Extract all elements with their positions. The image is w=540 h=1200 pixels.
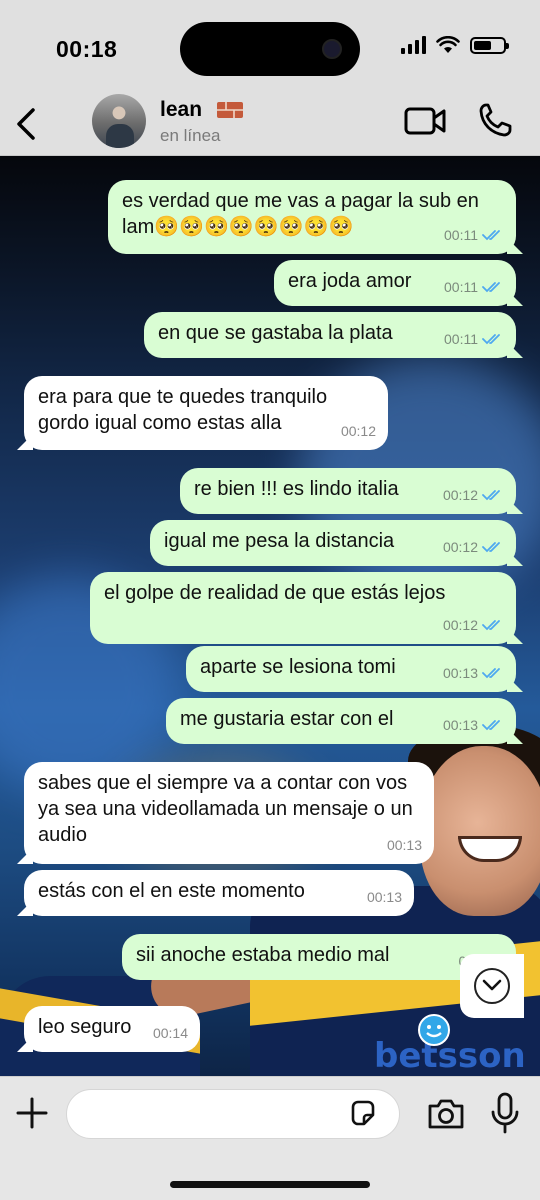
meta-ai-icon[interactable] <box>418 1014 450 1046</box>
outgoing-message[interactable]: era joda amor 00:11 <box>274 260 516 306</box>
sticker-icon[interactable] <box>348 1099 378 1129</box>
status-icons <box>401 36 509 54</box>
video-call-icon[interactable] <box>404 106 446 136</box>
message-time: 00:12 <box>442 487 478 503</box>
message-meta: 00:14 <box>153 1020 188 1046</box>
message-text: era para que te quedes tranquilo gordo i… <box>38 386 328 434</box>
read-receipt-icon <box>482 334 500 345</box>
avatar[interactable] <box>92 94 146 148</box>
outgoing-message[interactable]: igual me pesa la distancia 00:12 <box>150 520 516 566</box>
message-meta: 00:13 <box>443 712 504 738</box>
wifi-icon <box>436 36 460 53</box>
read-receipt-icon <box>482 230 500 241</box>
composer-bar <box>0 1076 540 1200</box>
contact-status: en línea <box>160 126 221 145</box>
message-time: 00:11 <box>444 227 478 243</box>
message-meta: 00:12 <box>443 612 504 638</box>
message-time: 00:13 <box>366 889 402 905</box>
message-meta: 00:12 <box>443 534 504 560</box>
message-time: 00:13 <box>442 665 478 681</box>
chat-header: lean en línea <box>0 94 540 156</box>
outgoing-message[interactable]: me gustaria estar con el 00:13 <box>166 698 516 744</box>
message-time: 00:12 <box>340 423 376 439</box>
microphone-icon[interactable] <box>488 1091 522 1135</box>
message-time: 00:13 <box>442 717 478 733</box>
incoming-message[interactable]: era para que te quedes tranquilo gordo i… <box>24 376 388 450</box>
incoming-message[interactable]: sabes que el siempre va a contar con vos… <box>24 762 434 864</box>
chat-background[interactable]: betsson es verdad que me vas a pagar la … <box>0 156 540 1076</box>
message-time: 00:12 <box>442 539 478 555</box>
scroll-down-button[interactable] <box>460 954 524 1018</box>
outgoing-message[interactable]: aparte se lesiona tomi 00:13 <box>186 646 516 692</box>
message-text: el golpe de realidad de que estás lejos <box>104 582 446 604</box>
message-time: 00:13 <box>386 837 422 853</box>
incoming-message[interactable]: leo seguro 00:14 <box>24 1006 200 1052</box>
message-meta: 00:11 <box>444 326 504 352</box>
message-meta: 00:13 <box>443 660 504 686</box>
message-text: estás con el en este momento <box>38 880 305 902</box>
camera-icon[interactable] <box>426 1097 466 1131</box>
message-meta: 00:13 <box>387 832 422 858</box>
message-time: 00:11 <box>444 331 478 347</box>
read-receipt-icon <box>482 282 500 293</box>
outgoing-message[interactable]: el golpe de realidad de que estás lejos 0… <box>90 572 516 644</box>
incoming-message[interactable]: estás con el en este momento 00:13 <box>24 870 414 916</box>
status-bar: 00:18 <box>0 0 540 96</box>
brick-emoji-icon <box>217 102 243 118</box>
cell-signal-icon <box>401 36 426 54</box>
message-meta: 00:13 <box>367 884 402 910</box>
chevron-left-icon[interactable] <box>14 104 38 144</box>
dynamic-island <box>180 22 360 76</box>
read-receipt-icon <box>482 720 500 731</box>
outgoing-message[interactable]: sii anoche estaba medio mal00: <box>122 934 516 980</box>
read-receipt-icon <box>482 542 500 553</box>
message-meta: 00:11 <box>444 274 504 300</box>
outgoing-message[interactable]: re bien !!! es lindo italia 00:12 <box>180 468 516 514</box>
message-time: 00:14 <box>152 1025 188 1041</box>
message-meta: 00:12 <box>341 418 376 444</box>
message-text: sii anoche estaba medio mal <box>136 944 390 966</box>
plus-icon[interactable] <box>14 1095 50 1131</box>
message-meta: 00:11 <box>444 222 504 248</box>
message-text: sabes que el siempre va a contar con vos… <box>38 772 413 846</box>
outgoing-message[interactable]: en que se gastaba la plata 00:11 <box>144 312 516 358</box>
home-indicator <box>170 1181 370 1188</box>
read-receipt-icon <box>482 490 500 501</box>
message-time: 00:11 <box>444 279 478 295</box>
phone-call-icon[interactable] <box>478 102 512 138</box>
wallpaper-sponsor-text: betsson <box>374 1036 526 1076</box>
read-receipt-icon <box>482 668 500 679</box>
contact-name[interactable]: lean <box>160 98 202 122</box>
message-meta: 00:12 <box>443 482 504 508</box>
clock: 00:18 <box>56 36 118 62</box>
outgoing-message[interactable]: es verdad que me vas a pagar la sub en l… <box>108 180 516 254</box>
chevron-down-icon <box>482 979 502 991</box>
battery-icon <box>470 36 509 54</box>
read-receipt-icon <box>482 620 500 631</box>
message-time: 00:12 <box>442 617 478 633</box>
